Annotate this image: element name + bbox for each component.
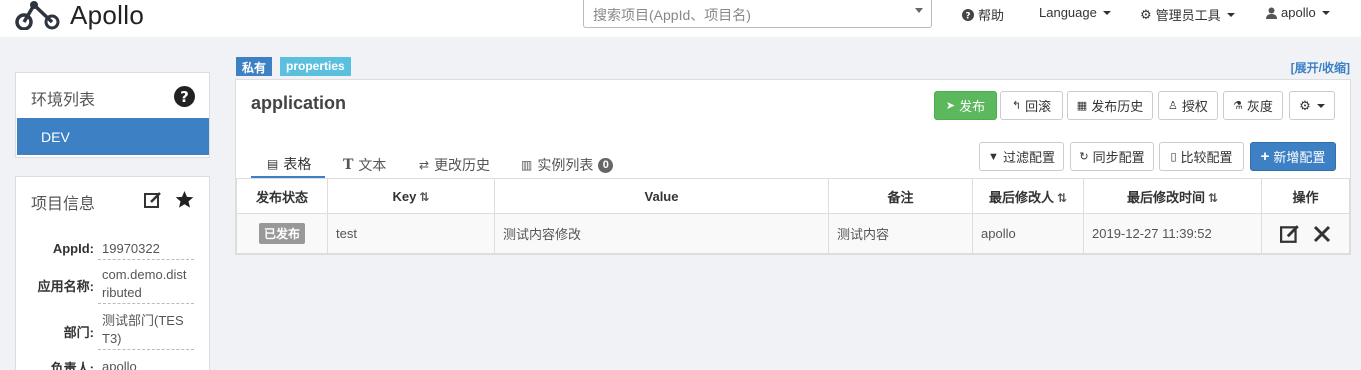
filter-icon: ▼ [988, 150, 999, 163]
top-navbar: Apollo 搜索项目(AppId、项目名) ? 帮助 Language ⚙ 管… [0, 0, 1361, 37]
edit-icon[interactable] [144, 191, 162, 209]
caret-down-icon [1102, 10, 1111, 15]
flask-icon: ⚗ [1233, 100, 1243, 112]
apollo-logo-icon [15, 1, 60, 30]
env-item-dev[interactable]: DEV [17, 118, 209, 155]
language-label: Language [1039, 5, 1097, 20]
language-dropdown[interactable]: Language [1039, 5, 1111, 20]
modified-time-cell: 2019-12-27 11:39:52 [1083, 213, 1262, 254]
sort-icon: ⇅ [1207, 190, 1219, 205]
close-icon[interactable] [1313, 225, 1331, 243]
list-icon: ▥ [521, 158, 533, 172]
status-cell: 已发布 [236, 213, 328, 254]
tab-instances[interactable]: ▥ 实例列表 0 [521, 152, 614, 178]
settings-dropdown-button[interactable]: ⚙ [1289, 91, 1335, 120]
user-dropdown[interactable]: apollo [1266, 5, 1330, 20]
project-info-panel: 项目信息 AppId: 19970322 应用名称: com.demo.dist… [15, 176, 210, 370]
info-label: 应用名称: [37, 279, 94, 294]
sort-icon: ⇅ [419, 189, 430, 204]
col-key[interactable]: Key ⇅ [327, 178, 495, 214]
filter-config-button[interactable]: ▼ 过滤配置 [979, 142, 1064, 171]
retweet-icon: ⇄ [419, 158, 430, 172]
question-circle-icon[interactable]: ? [174, 86, 195, 107]
env-list-panel: 环境列表 ? DEV [15, 72, 210, 158]
brand[interactable]: Apollo [14, 0, 144, 30]
edit-icon[interactable] [1279, 224, 1300, 244]
user-icon [1266, 7, 1277, 19]
table-icon: ▤ [267, 157, 279, 171]
gray-release-button[interactable]: ⚗ 灰度 [1223, 91, 1283, 120]
caret-down-icon [1321, 10, 1330, 15]
sort-icon: ⇅ [1056, 190, 1068, 205]
modifier-cell: apollo [972, 213, 1084, 254]
namespace-panel: application ➤ 发布 ↰ 回滚 ▦ 发布历史 ♙ 授权 ⚗ 灰度 ⚙ ▤ 表格 … [235, 79, 1351, 255]
caret-down-icon [1316, 103, 1325, 108]
user-label: apollo [1281, 5, 1316, 20]
undo-icon: ↰ [1011, 100, 1022, 112]
search-placeholder: 搜索项目(AppId、项目名) [593, 7, 751, 23]
published-badge: 已发布 [258, 223, 305, 244]
namespace-title: application [251, 93, 347, 113]
ops-cell [1261, 213, 1350, 254]
table-header-row: 发布状态 Key ⇅ Value 备注 最后修改人 ⇅ 最后修改时间 ⇅ 操作 [236, 178, 1350, 214]
col-ops: 操作 [1261, 178, 1350, 214]
table-row: 已发布 test 测试内容修改 测试内容 apollo 2019-12-27 1… [236, 213, 1350, 254]
admin-tools-dropdown[interactable]: ⚙ 管理员工具 [1140, 5, 1235, 24]
plus-icon: + [1260, 148, 1270, 165]
admin-tools-label: 管理员工具 [1155, 8, 1221, 23]
tab-table[interactable]: ▤ 表格 [251, 152, 325, 178]
refresh-icon: ↻ [1079, 151, 1089, 163]
question-circle-icon: ? [962, 8, 974, 21]
add-config-button[interactable]: + 新增配置 [1250, 142, 1336, 171]
project-info-title: 项目信息 [31, 196, 96, 213]
brand-name: Apollo [70, 0, 145, 30]
info-value: 测试部门(TEST3) [98, 311, 194, 350]
col-modified-time[interactable]: 最后修改时间 ⇅ [1083, 178, 1262, 214]
gear-icon: ⚙ [1299, 97, 1311, 113]
user-outline-icon: ♙ [1168, 100, 1178, 112]
project-search-select[interactable]: 搜索项目(AppId、项目名) [583, 0, 932, 28]
publish-button[interactable]: ➤ 发布 [934, 91, 997, 120]
info-label: 部门: [63, 325, 94, 340]
expand-collapse-link[interactable]: [展开/收缩] [1291, 59, 1350, 76]
info-value: com.demo.distributed [98, 265, 194, 304]
col-comment: 备注 [828, 178, 973, 214]
col-status: 发布状态 [236, 178, 328, 214]
env-list-title: 环境列表 [31, 92, 96, 109]
info-label: 负责人: [50, 361, 94, 370]
value-cell: 测试内容修改 [494, 213, 829, 254]
publish-history-button[interactable]: ▦ 发布历史 [1067, 91, 1153, 120]
info-label: AppId: [52, 241, 94, 256]
caret-down-icon [1226, 12, 1235, 17]
gear-icon: ⚙ [1140, 6, 1152, 22]
instances-count-badge: 0 [598, 157, 614, 173]
private-tag: 私有 [236, 57, 273, 76]
authorize-button[interactable]: ♙ 授权 [1158, 91, 1218, 120]
star-icon[interactable] [175, 190, 194, 209]
comment-cell: 测试内容 [828, 213, 973, 254]
col-modifier[interactable]: 最后修改人 ⇅ [972, 178, 1084, 214]
svg-text:?: ? [180, 88, 189, 106]
text-icon: T [343, 157, 354, 173]
tab-history[interactable]: ⇄ 更改历史 [419, 152, 490, 178]
help-link[interactable]: ? 帮助 [962, 5, 1004, 24]
svg-text:?: ? [965, 11, 970, 21]
format-tag: properties [280, 57, 351, 76]
rollback-button[interactable]: ↰ 回滚 [1000, 91, 1063, 120]
help-label: 帮助 [978, 8, 1005, 23]
send-icon: ➤ [945, 100, 956, 112]
info-value: 19970322 [98, 239, 194, 260]
sync-config-button[interactable]: ↻ 同步配置 [1070, 142, 1154, 171]
tab-text[interactable]: T 文本 [343, 152, 386, 178]
col-value: Value [494, 178, 829, 214]
file-icon: ▯ [1170, 151, 1177, 163]
calendar-icon: ▦ [1076, 100, 1088, 112]
key-cell: test [327, 213, 495, 254]
compare-config-button[interactable]: ▯ 比较配置 [1159, 142, 1244, 171]
chevron-down-icon [915, 8, 923, 13]
config-table: 发布状态 Key ⇅ Value 备注 最后修改人 ⇅ 最后修改时间 ⇅ 操作 已发布… [236, 178, 1350, 254]
info-value: apollo [102, 359, 137, 370]
